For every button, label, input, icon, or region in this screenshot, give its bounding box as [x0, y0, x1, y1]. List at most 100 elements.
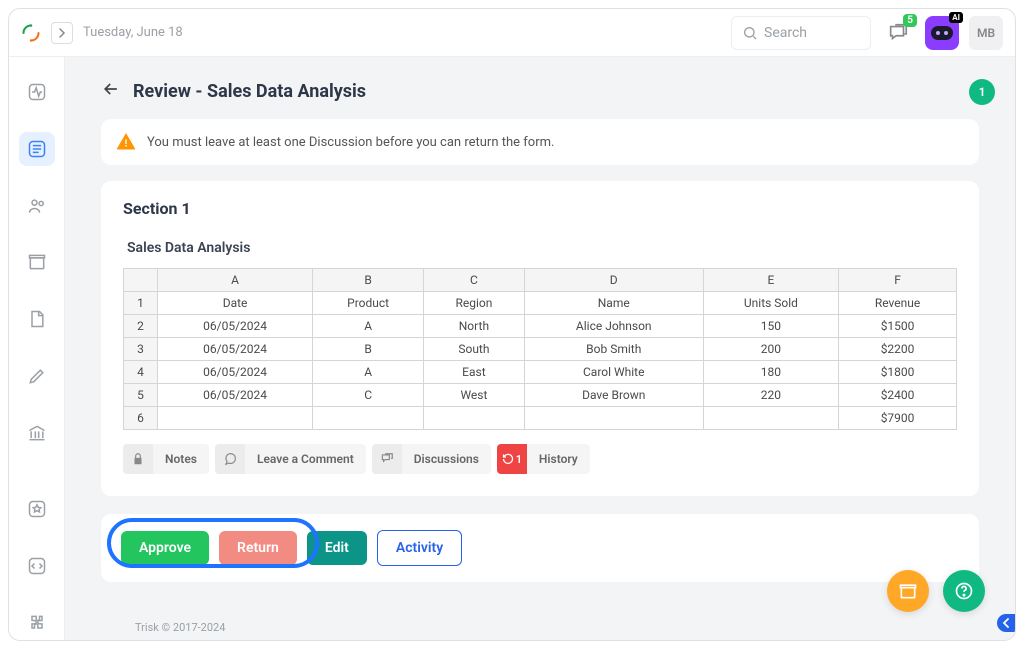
cell: Name	[524, 292, 703, 315]
sidebar-code[interactable]	[19, 549, 55, 584]
back-button[interactable]	[101, 79, 121, 103]
code-icon	[27, 556, 47, 576]
cell	[313, 407, 424, 430]
topbar: Tuesday, June 18 Search 5 AI MB	[9, 9, 1015, 57]
cell: 06/05/2024	[158, 361, 313, 384]
chevron-right-icon	[57, 28, 67, 38]
star-box-icon	[27, 499, 47, 519]
cell: Dave Brown	[524, 384, 703, 407]
list-icon	[27, 139, 47, 159]
sidebar-edit[interactable]	[19, 359, 55, 394]
pencil-icon	[27, 366, 47, 386]
section-card: Section 1 Sales Data Analysis A B C D E …	[101, 181, 979, 496]
cell: South	[424, 338, 525, 361]
bank-icon	[27, 423, 47, 443]
puzzle-icon	[27, 613, 47, 633]
chat-button[interactable]: 5	[881, 16, 915, 50]
cell: $1500	[839, 315, 957, 338]
alert-text: You must leave at least one Discussion b…	[147, 135, 554, 150]
return-button[interactable]: Return	[219, 531, 297, 565]
cell: $7900	[839, 407, 957, 430]
arrow-left-icon	[101, 79, 121, 99]
cell: 06/05/2024	[158, 315, 313, 338]
sidebar-extensions[interactable]	[19, 605, 55, 640]
user-avatar[interactable]: MB	[969, 16, 1003, 50]
tab-notes[interactable]: Notes	[123, 444, 209, 474]
sidebar-bank[interactable]	[19, 415, 55, 450]
warning-icon	[117, 133, 135, 151]
cell: Units Sold	[703, 292, 838, 315]
sidebar-forms[interactable]	[19, 132, 55, 167]
row-index: 1	[124, 292, 158, 315]
cell: North	[424, 315, 525, 338]
tab-discussions[interactable]: Discussions	[372, 444, 491, 474]
table-row: 306/05/2024BSouthBob Smith200$2200	[124, 338, 957, 361]
col-header: B	[313, 269, 424, 292]
edit-button[interactable]: Edit	[307, 531, 367, 565]
discussion-icon	[380, 452, 394, 466]
table-row: 1DateProductRegionNameUnits SoldRevenue	[124, 292, 957, 315]
nav-prev[interactable]	[51, 22, 73, 44]
col-header: C	[424, 269, 525, 292]
row-index: 3	[124, 338, 158, 361]
date-display: Tuesday, June 18	[83, 25, 183, 40]
ai-assistant[interactable]: AI	[925, 16, 959, 50]
cell: Region	[424, 292, 525, 315]
actions-card: Approve Return Edit Activity	[101, 514, 979, 582]
data-table: A B C D E F 1DateProductRegionNameUnits …	[123, 268, 957, 430]
page-title: Review - Sales Data Analysis	[133, 81, 366, 102]
sidebar-widgets[interactable]	[19, 492, 55, 527]
app-logo	[21, 23, 41, 43]
table-row: 206/05/2024ANorthAlice Johnson150$1500	[124, 315, 957, 338]
cell	[524, 407, 703, 430]
cell	[158, 407, 313, 430]
section-title: Section 1	[123, 199, 957, 218]
chevron-left-icon	[1001, 618, 1011, 628]
approve-button[interactable]: Approve	[121, 531, 209, 565]
table-row: 506/05/2024CWestDave Brown220$2400	[124, 384, 957, 407]
cell: Date	[158, 292, 313, 315]
cell: West	[424, 384, 525, 407]
cell: Alice Johnson	[524, 315, 703, 338]
cell: 06/05/2024	[158, 338, 313, 361]
table-row: 6 $7900	[124, 407, 957, 430]
collapse-panel[interactable]	[997, 614, 1015, 632]
sidebar-people[interactable]	[19, 188, 55, 223]
sidebar-docs[interactable]	[19, 302, 55, 337]
box-icon	[898, 581, 918, 601]
cell: 220	[703, 384, 838, 407]
tab-history[interactable]: 1 History	[497, 444, 590, 474]
comment-icon	[223, 452, 237, 466]
row-index: 4	[124, 361, 158, 384]
activity-button[interactable]: Activity	[377, 530, 462, 566]
cell: $1800	[839, 361, 957, 384]
col-header: D	[524, 269, 703, 292]
cell: 200	[703, 338, 838, 361]
cell: $2400	[839, 384, 957, 407]
fab-archive[interactable]	[887, 570, 929, 612]
sidebar-dashboard[interactable]	[19, 75, 55, 110]
col-header: A	[158, 269, 313, 292]
row-index: 5	[124, 384, 158, 407]
search-input[interactable]: Search	[731, 16, 871, 50]
cell: Revenue	[839, 292, 957, 315]
question-icon	[954, 581, 974, 601]
warning-alert: You must leave at least one Discussion b…	[101, 119, 979, 165]
cell: A	[313, 315, 424, 338]
cell: 150	[703, 315, 838, 338]
tab-comment[interactable]: Leave a Comment	[215, 444, 366, 474]
cell: East	[424, 361, 525, 384]
sidebar-archive[interactable]	[19, 245, 55, 280]
table-row: 406/05/2024AEastCarol White180$1800	[124, 361, 957, 384]
fab-help[interactable]	[943, 570, 985, 612]
history-icon: 1	[497, 444, 527, 474]
cell	[703, 407, 838, 430]
cell: C	[313, 384, 424, 407]
cell: A	[313, 361, 424, 384]
robot-icon	[931, 26, 953, 40]
chat-badge: 5	[903, 14, 917, 27]
cell: Product	[313, 292, 424, 315]
notification-count[interactable]: 1	[969, 79, 995, 105]
row-index: 6	[124, 407, 158, 430]
search-icon	[742, 25, 758, 41]
